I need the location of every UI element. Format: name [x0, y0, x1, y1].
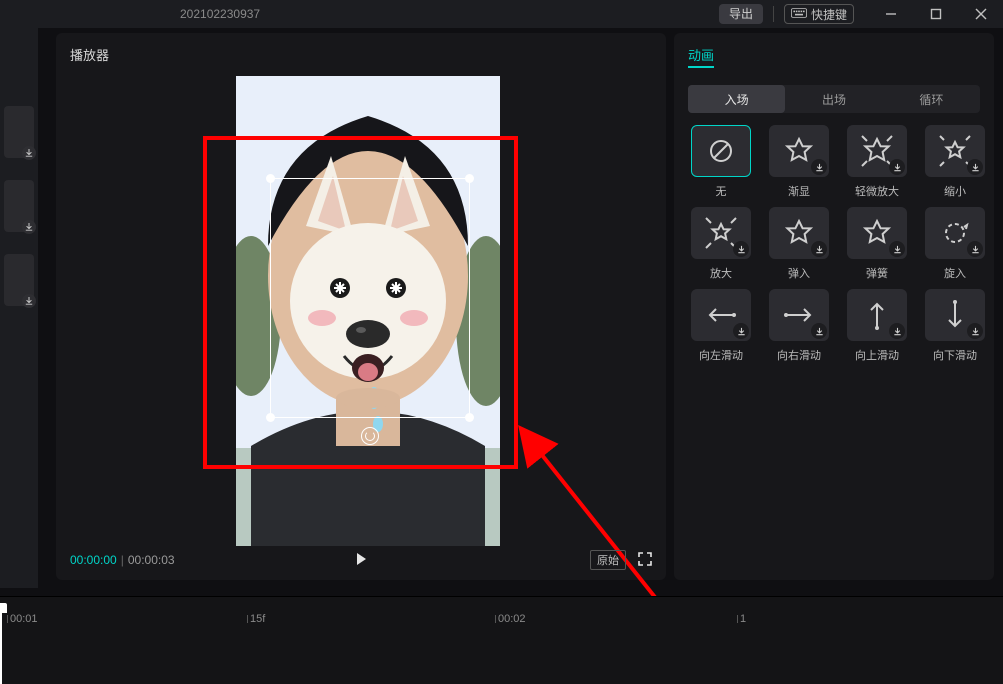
- animation-thumb-star[interactable]: [769, 125, 829, 177]
- download-icon[interactable]: [889, 323, 905, 339]
- download-icon[interactable]: [967, 159, 983, 175]
- shortcut-label: 快捷键: [811, 6, 847, 23]
- player-controls: 00:00:00 | 00:00:03 原始: [70, 550, 652, 570]
- ruler-mark: 1: [740, 613, 746, 625]
- download-icon[interactable]: [889, 159, 905, 175]
- titlebar: 202102230937 导出 快捷键: [0, 0, 1003, 28]
- animation-item: 向上滑动: [844, 289, 910, 363]
- download-icon[interactable]: [967, 323, 983, 339]
- ruler-mark: 00:01: [10, 613, 38, 625]
- animation-thumb-zoom-in[interactable]: [691, 207, 751, 259]
- playhead[interactable]: [0, 609, 2, 684]
- animation-item: 向下滑动: [922, 289, 988, 363]
- animation-grid: 无渐显轻微放大缩小放大弹入弹簧旋入向左滑动向右滑动向上滑动向下滑动: [688, 125, 986, 363]
- animation-thumb-slide-up[interactable]: [847, 289, 907, 341]
- animation-label: 旋入: [922, 265, 988, 281]
- download-icon[interactable]: [811, 159, 827, 175]
- download-icon[interactable]: [733, 323, 749, 339]
- animation-item: 放大: [688, 207, 754, 281]
- animation-thumb-slide-left[interactable]: [691, 289, 751, 341]
- media-thumb[interactable]: [4, 180, 34, 232]
- animation-label: 轻微放大: [844, 183, 910, 199]
- animation-label: 弹入: [766, 265, 832, 281]
- animation-item: 缩小: [922, 125, 988, 199]
- animation-thumb-star[interactable]: [847, 207, 907, 259]
- media-thumb[interactable]: [4, 106, 34, 158]
- timecode-total: 00:00:03: [128, 553, 175, 567]
- ruler-mark: 00:02: [498, 613, 526, 625]
- animation-thumb-star[interactable]: [769, 207, 829, 259]
- animation-thumb-zoom-out[interactable]: [925, 125, 985, 177]
- export-button[interactable]: 导出: [719, 4, 763, 24]
- timecode-current: 00:00:00: [70, 553, 117, 567]
- panel-title-underline: [688, 66, 714, 68]
- animation-thumb-none[interactable]: [691, 125, 751, 177]
- animation-tabs: 入场 出场 循环: [688, 85, 980, 113]
- shortcut-button[interactable]: 快捷键: [784, 4, 854, 24]
- animation-item: 轻微放大: [844, 125, 910, 199]
- player-panel: 播放器: [56, 33, 666, 580]
- animation-label: 向上滑动: [844, 347, 910, 363]
- panel-title: 动画: [688, 45, 714, 64]
- divider: [773, 6, 774, 22]
- animation-item: 无: [688, 125, 754, 199]
- keyboard-icon: [791, 7, 807, 21]
- animation-item: 弹入: [766, 207, 832, 281]
- download-icon: [22, 146, 36, 160]
- animation-label: 向下滑动: [922, 347, 988, 363]
- titlebar-right: 导出 快捷键: [719, 0, 1003, 28]
- aspect-ratio-button[interactable]: 原始: [590, 550, 626, 570]
- media-strip: [0, 28, 38, 588]
- close-button[interactable]: [958, 0, 1003, 28]
- animation-item: 弹簧: [844, 207, 910, 281]
- animation-label: 渐显: [766, 183, 832, 199]
- animation-label: 无: [688, 183, 754, 199]
- play-button[interactable]: [354, 552, 368, 569]
- preview-canvas[interactable]: [236, 76, 500, 546]
- animation-panel: 动画 入场 出场 循环 无渐显轻微放大缩小放大弹入弹簧旋入向左滑动向右滑动向上滑…: [674, 33, 994, 580]
- timeline[interactable]: 00:01 15f 00:02 1: [0, 596, 1003, 684]
- animation-item: 渐显: [766, 125, 832, 199]
- animation-label: 向右滑动: [766, 347, 832, 363]
- animation-label: 放大: [688, 265, 754, 281]
- animation-thumb-slide-right[interactable]: [769, 289, 829, 341]
- download-icon[interactable]: [889, 241, 905, 257]
- animation-label: 向左滑动: [688, 347, 754, 363]
- tab-in[interactable]: 入场: [688, 85, 785, 113]
- panel-title: 播放器: [70, 45, 109, 64]
- download-icon: [22, 220, 36, 234]
- maximize-button[interactable]: [913, 0, 958, 28]
- animation-thumb-zoom-in-light[interactable]: [847, 125, 907, 177]
- download-icon[interactable]: [733, 241, 749, 257]
- project-name: 202102230937: [180, 7, 260, 21]
- media-thumb[interactable]: [4, 254, 34, 306]
- tab-loop[interactable]: 循环: [883, 85, 980, 113]
- download-icon[interactable]: [967, 241, 983, 257]
- tab-out[interactable]: 出场: [785, 85, 882, 113]
- ruler-mark: 15f: [250, 613, 265, 625]
- download-icon: [22, 294, 36, 308]
- minimize-button[interactable]: [868, 0, 913, 28]
- animation-thumb-spin[interactable]: [925, 207, 985, 259]
- animation-thumb-slide-down[interactable]: [925, 289, 985, 341]
- animation-label: 缩小: [922, 183, 988, 199]
- download-icon[interactable]: [811, 241, 827, 257]
- animation-label: 弹簧: [844, 265, 910, 281]
- animation-item: 旋入: [922, 207, 988, 281]
- timeline-ruler[interactable]: 00:01 15f 00:02 1: [0, 613, 1003, 633]
- timecode-separator: |: [121, 553, 124, 567]
- download-icon[interactable]: [811, 323, 827, 339]
- animation-item: 向右滑动: [766, 289, 832, 363]
- animation-item: 向左滑动: [688, 289, 754, 363]
- fullscreen-button[interactable]: [638, 552, 652, 569]
